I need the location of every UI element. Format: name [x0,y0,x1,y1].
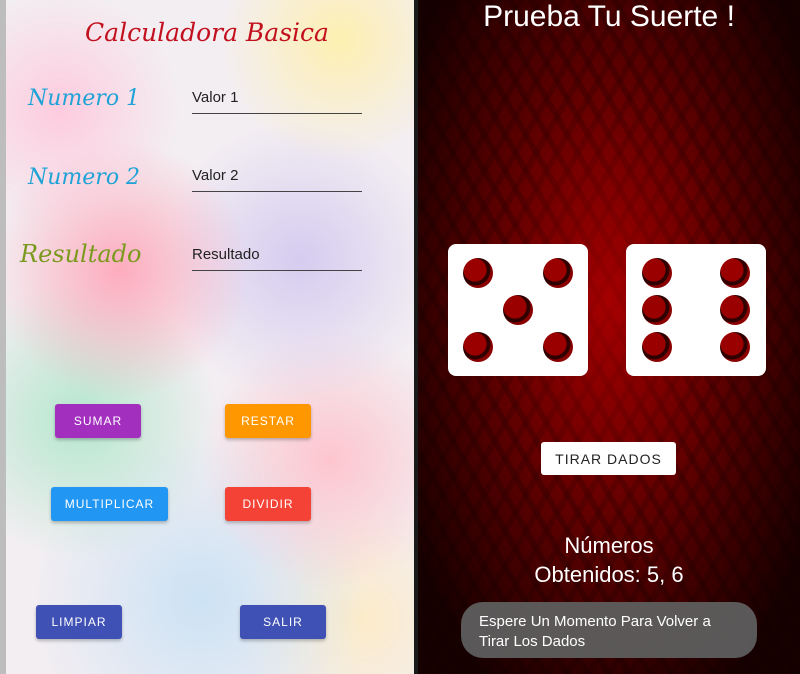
die-pip [642,258,672,288]
tirar-dados-button[interactable]: TIRAR DADOS [541,442,676,475]
result-text: Números Obtenidos: 5, 6 [418,531,800,589]
die-pip [503,295,533,325]
calculator-screen: Calculadora Basica Numero 1 Valor 1 Nume… [0,0,414,674]
die-pip [463,332,493,362]
result-line-1: Números [564,533,654,558]
result-line-2: Obtenidos: 5, 6 [534,562,684,587]
window-edge [0,0,6,674]
game-title: Prueba Tu Suerte ! [483,0,735,33]
multiplicar-button[interactable]: MULTIPLICAR [51,487,168,521]
dice-game-screen: Prueba Tu Suerte ! TIRAR DADOS Números O… [418,0,800,674]
salir-button[interactable]: SALIR [240,605,326,639]
restar-button[interactable]: RESTAR [225,404,311,438]
valor2-input[interactable]: Valor 2 [192,165,362,192]
numero1-label: Numero 1 [28,86,141,111]
die-pip [642,332,672,362]
dividir-button[interactable]: DIVIDIR [225,487,311,521]
die-pip [543,258,573,288]
valor1-input[interactable]: Valor 1 [192,87,362,114]
die-pip [720,258,750,288]
resultado-label: Resultado [20,240,142,268]
die-pip [543,332,573,362]
die-pip [463,258,493,288]
die-1 [448,244,588,376]
resultado-field[interactable]: Resultado [192,244,362,271]
sumar-button[interactable]: SUMAR [55,404,141,438]
die-pip [642,295,672,325]
numero2-label: Numero 2 [28,165,141,190]
calculator-title: Calculadora Basica [85,18,329,47]
die-pip [720,295,750,325]
toast-message: Espere Un Momento Para Volver a Tirar Lo… [461,602,757,658]
die-2 [626,244,766,376]
limpiar-button[interactable]: LIMPIAR [36,605,122,639]
die-pip [720,332,750,362]
